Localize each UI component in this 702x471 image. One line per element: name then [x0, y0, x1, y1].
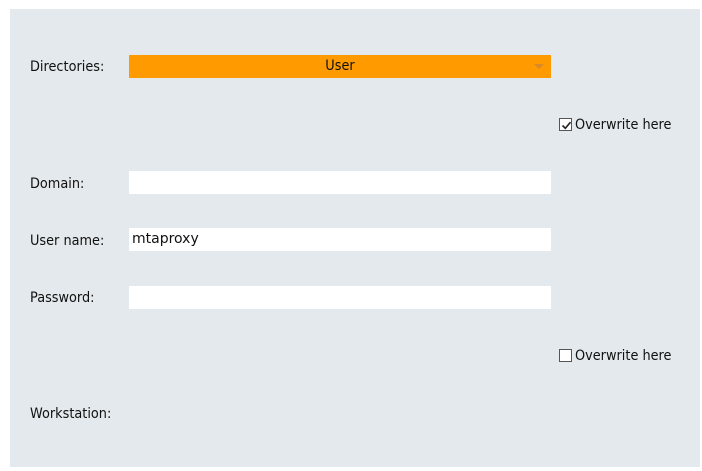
overwrite-workstation-checkbox[interactable] — [559, 349, 572, 362]
overwrite-directories-label: Overwrite here — [575, 117, 672, 133]
settings-panel: Directories: User Overwrite here Domain:… — [10, 9, 700, 467]
overwrite-directories-checkbox[interactable] — [559, 118, 572, 131]
domain-field[interactable] — [129, 171, 551, 194]
user-name-field[interactable]: mtaproxy — [129, 228, 551, 251]
directories-selected-value: User — [325, 58, 355, 74]
directories-label: Directories: — [30, 59, 105, 75]
password-field[interactable] — [129, 286, 551, 309]
chevron-down-icon — [534, 64, 544, 69]
directories-dropdown[interactable]: User — [129, 55, 551, 78]
workstation-label: Workstation: — [30, 406, 112, 422]
password-label: Password: — [30, 290, 95, 306]
user-name-label: User name: — [30, 233, 105, 249]
checkmark-icon — [561, 121, 572, 130]
domain-label: Domain: — [30, 176, 85, 192]
overwrite-workstation-label: Overwrite here — [575, 348, 672, 364]
